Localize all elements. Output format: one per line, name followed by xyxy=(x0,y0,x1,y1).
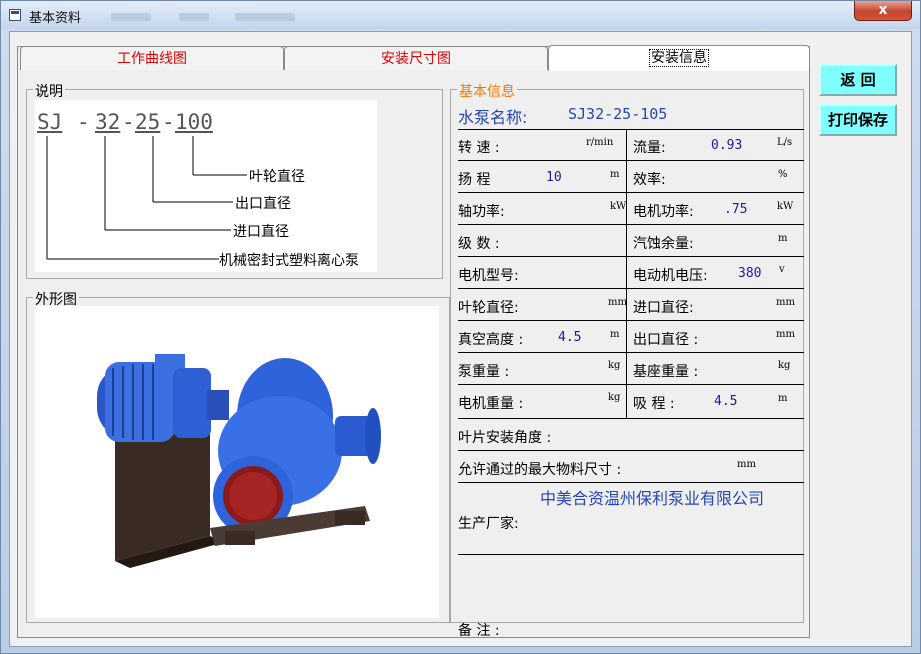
head-label: 扬 程 xyxy=(458,172,491,188)
max-material-unit: mm xyxy=(737,459,756,470)
suction-lift-label: 吸 程 : xyxy=(633,396,675,412)
remarks-label: 备 注 : xyxy=(458,623,500,639)
motor-power-unit: kW xyxy=(777,201,794,212)
appearance-group: 外形图 xyxy=(26,289,450,623)
ghost-menu-shape xyxy=(179,13,209,21)
impeller-diameter-label: 叶轮直径: xyxy=(458,300,519,316)
motor-weight-unit: kg xyxy=(608,392,621,403)
title-bar: 基本资料 x xyxy=(1,1,920,29)
manufacturer-label: 生产厂家: xyxy=(458,516,519,532)
vacuum-height-unit: m xyxy=(610,329,620,340)
basic-info-legend: 基本信息 xyxy=(457,81,517,101)
pump-illustration xyxy=(97,354,381,568)
tab-install-info[interactable]: 安装信息 xyxy=(548,45,810,71)
head-value: 10 xyxy=(546,170,562,185)
manufacturer-value: 中美合资温州保利泵业有限公司 xyxy=(540,489,765,508)
shaft-power-unit: kW xyxy=(610,201,627,212)
impeller-diameter-unit: mm xyxy=(608,297,627,308)
motor-power-value: .75 xyxy=(724,202,748,217)
ghost-menu-shape xyxy=(235,13,295,21)
code-impeller: 100 xyxy=(175,110,213,134)
blade-angle-row: 叶片安装角度 : xyxy=(458,419,804,451)
base-weight-unit: kg xyxy=(778,360,791,371)
motor-voltage-label: 电动机电压: xyxy=(633,268,708,284)
pump-image xyxy=(35,306,439,618)
motor-voltage-unit: v xyxy=(779,264,785,275)
pump-weight-label: 泵重量 : xyxy=(458,364,510,380)
close-button[interactable]: x xyxy=(854,1,912,21)
print-save-button[interactable]: 打印保存 xyxy=(819,104,897,136)
motor-model-label: 电机型号: xyxy=(458,268,519,284)
pump-weight-unit: kg xyxy=(608,360,621,371)
tab-install-dimensions[interactable]: 安装尺寸图 xyxy=(284,46,548,70)
inlet-diameter-label: 进口直径: xyxy=(633,300,694,316)
rpm-unit: r/min xyxy=(586,137,614,148)
table-row: 叶轮直径: mm 进口直径: mm xyxy=(458,289,804,321)
table-row: 轴功率: kW 电机功率: .75 kW xyxy=(458,193,804,225)
suction-lift-unit: m xyxy=(778,393,788,404)
outlet-diameter-unit: mm xyxy=(776,329,795,340)
flow-label: 流量: xyxy=(633,140,666,156)
motor-voltage-value: 380 xyxy=(738,266,762,281)
vacuum-height-value: 4.5 xyxy=(558,330,582,345)
npsh-unit: m xyxy=(778,233,788,244)
max-material-label: 允许通过的最大物料尺寸 : xyxy=(458,462,622,478)
inlet-diameter-unit: mm xyxy=(776,297,795,308)
window-icon xyxy=(9,9,21,21)
table-row: 扬 程 10 m 效率: % xyxy=(458,161,804,193)
basic-info-table: 水泵名称: SJ32-25-105 转 速 : r/min 流量: 0.93 L… xyxy=(458,101,810,639)
stages-label: 级 数 : xyxy=(458,236,500,252)
table-row: 转 速 : r/min 流量: 0.93 L/s xyxy=(458,129,804,161)
pump-name-value: SJ32-25-105 xyxy=(568,105,668,123)
label-outlet-diameter: 出口直径 xyxy=(235,196,291,212)
table-row: 电机重量 : kg 吸 程 : 4.5 m xyxy=(458,385,804,419)
description-legend: 说明 xyxy=(33,81,65,101)
blade-angle-label: 叶片安装角度 : xyxy=(458,430,552,446)
app-window: 基本资料 x 工作曲线图 安装尺寸图 安装信息 说明 SJ - 32 - 25 … xyxy=(0,0,921,654)
table-row: 电机型号: 电动机电压: 380 v xyxy=(458,257,804,289)
back-button[interactable]: 返 回 xyxy=(819,64,897,96)
efficiency-unit: % xyxy=(778,169,788,180)
table-row: 真空高度 : 4.5 m 出口直径 : mm xyxy=(458,321,804,353)
flow-unit: L/s xyxy=(777,137,793,148)
model-code-diagram: SJ - 32 - 25 - 100 叶轮直径 出口直径 进口直径 机械密封式塑… xyxy=(35,100,377,272)
rpm-label: 转 速 : xyxy=(458,140,500,156)
max-material-row: 允许通过的最大物料尺寸 : mm xyxy=(458,451,804,483)
window-title: 基本资料 xyxy=(29,11,82,26)
pump-name-label: 水泵名称: xyxy=(458,108,528,127)
head-unit: m xyxy=(610,169,620,180)
table-row: 级 数 : 汽蚀余量: m xyxy=(458,225,804,257)
vacuum-height-label: 真空高度 : xyxy=(458,332,524,348)
efficiency-label: 效率: xyxy=(633,172,666,188)
description-group: 说明 SJ - 32 - 25 - 100 叶轮直径 出口直径 进口直径 机械密… xyxy=(26,81,443,279)
motor-power-label: 电机功率: xyxy=(633,204,694,220)
label-impeller-diameter: 叶轮直径 xyxy=(249,169,305,185)
client-area: 工作曲线图 安装尺寸图 安装信息 说明 SJ - 32 - 25 - 100 叶… xyxy=(9,31,912,647)
label-pump-type: 机械密封式塑料离心泵 xyxy=(219,253,359,269)
table-row: 泵重量 : kg 基座重量 : kg xyxy=(458,353,804,385)
manufacturer-row: 生产厂家: 中美合资温州保利泵业有限公司 xyxy=(458,483,804,555)
outlet-diameter-label: 出口直径 : xyxy=(633,332,699,348)
shaft-power-label: 轴功率: xyxy=(458,204,505,220)
npsh-label: 汽蚀余量: xyxy=(633,236,694,252)
tab-work-curve[interactable]: 工作曲线图 xyxy=(20,46,284,70)
tab-install-info-label: 安装信息 xyxy=(649,49,709,67)
ghost-menu-shape xyxy=(111,13,151,21)
motor-weight-label: 电机重量 : xyxy=(458,396,524,412)
suction-lift-value: 4.5 xyxy=(714,394,738,409)
base-weight-label: 基座重量 : xyxy=(633,364,699,380)
tab-panel: 工作曲线图 安装尺寸图 安装信息 说明 SJ - 32 - 25 - 100 叶… xyxy=(17,45,810,639)
flow-value: 0.93 xyxy=(711,138,743,153)
label-inlet-diameter: 进口直径 xyxy=(233,224,289,240)
